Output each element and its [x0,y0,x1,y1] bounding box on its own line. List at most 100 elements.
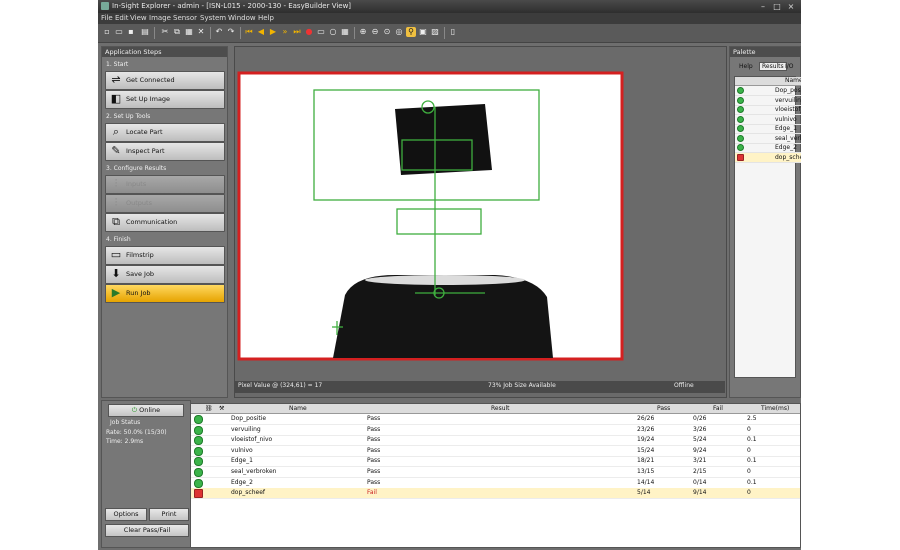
palette-result-row[interactable]: Edge_1 [735,124,801,134]
pass-status-icon [737,96,744,104]
run-job-button[interactable]: ▶ Run Job [105,284,225,303]
palette-result-row[interactable]: dop_scheef [735,152,801,163]
play-icon[interactable]: ▶ [268,27,278,37]
outputs-label: Outputs [126,199,152,207]
table-row[interactable]: seal_verbroken Pass 13/15 2/15 0 [191,467,800,478]
record-icon[interactable]: ● [304,27,314,37]
delete-icon[interactable]: ✕ [196,27,206,37]
results-grid: ⛓ ⚒ Name Result Pass Fail Time(ms) Dop_p… [190,403,801,548]
menu-bar: File Edit View Image Sensor System Windo… [98,13,801,24]
minimize-icon[interactable]: – [758,2,768,11]
set-up-image-button[interactable]: ◧ Set Up Image [105,90,225,109]
cell-pass: 23/26 [637,425,655,433]
inputs-button[interactable]: ⫶ Inputs [105,175,225,194]
palette-row-name: Edge_1 [775,125,797,132]
palette-result-row[interactable]: vulnivo [735,115,801,125]
communication-button[interactable]: ⧉ Communication [105,213,225,232]
run-job-label: Run Job [126,289,151,297]
cell-time: 0.1 [747,457,757,465]
last-frame-icon[interactable]: ⏭ [292,27,302,37]
open-icon[interactable]: ▭ [114,27,124,37]
menu-file[interactable]: File [101,14,113,22]
zoom-100-icon[interactable]: ▣ [418,27,428,37]
menu-view[interactable]: View [130,14,147,22]
title-bar: In-Sight Explorer - admin - [ISN-L015 - … [98,0,801,13]
menu-help[interactable]: Help [258,14,274,22]
zoom-select-icon[interactable]: ⚲ [406,27,416,37]
palette-result-row[interactable]: Edge_2 [735,143,801,153]
table-row[interactable]: dop_scheef Fail 5/14 9/14 0 [191,488,800,500]
table-row[interactable]: Edge_1 Pass 18/21 3/21 0.1 [191,456,800,468]
save-job-button[interactable]: ⬇ Save Job [105,265,225,284]
results-table: Name Dop_positi... vervuiling vloeistof_...… [734,76,801,378]
clear-pass-fail-button[interactable]: Clear Pass/Fail [105,524,189,537]
menu-window[interactable]: Window [228,14,256,22]
redo-icon[interactable]: ↷ [226,27,236,37]
palette-col-name: Name [785,77,801,84]
print-icon[interactable]: ▤ [140,27,150,37]
table-row[interactable]: vulnivo Pass 15/24 9/24 0 [191,446,800,457]
print-button[interactable]: Print [149,508,189,521]
cell-pass: 15/24 [637,446,655,454]
inspect-part-label: Inspect Part [126,147,165,155]
options-button[interactable]: Options [105,508,147,521]
menu-edit[interactable]: Edit [115,14,129,22]
cell-result: Pass [367,446,381,454]
set-up-image-label: Set Up Image [126,95,171,103]
inputs-icon: ⫶ [114,177,118,190]
tab-results[interactable]: Results [759,62,787,71]
window-title: In-Sight Explorer - admin - [ISN-L015 - … [112,2,352,10]
inspection-image[interactable] [235,47,726,381]
table-row[interactable]: Dop_positie Pass 26/26 0/26 2.5 [191,414,800,425]
palette-result-row[interactable]: vervuiling [735,96,801,106]
tab-io[interactable]: I/O [785,63,794,70]
copy-icon[interactable]: ⧉ [172,27,182,37]
pass-status-icon [194,468,203,477]
plug-icon: ⇌ [111,73,121,86]
outputs-button[interactable]: ⫶ Outputs [105,194,225,213]
palette-result-row[interactable]: vloeistof_... [735,105,801,115]
palette-row-name: vloeistof_... [775,106,801,113]
palette-result-row[interactable]: seal_verbr... [735,134,801,144]
inspect-part-button[interactable]: ✎ Inspect Part [105,142,225,161]
table-row[interactable]: Edge_2 Pass 14/14 0/14 0.1 [191,478,800,489]
col-result: Result [491,405,510,412]
settings-icon[interactable]: ▯ [448,27,458,37]
zoom-fit-icon[interactable]: ⊙ [382,27,392,37]
live-video-icon[interactable]: ▭ [316,27,326,37]
locate-part-button[interactable]: ⌕ Locate Part [105,123,225,142]
cell-time: 0 [747,489,751,497]
menu-system[interactable]: System [200,14,226,22]
save-icon[interactable]: ▪ [126,27,136,37]
col-pass: Pass [657,405,671,412]
first-frame-icon[interactable]: ⏮ [244,27,254,37]
menu-image[interactable]: Image [149,14,171,22]
grid-icon[interactable]: ▦ [340,27,350,37]
undo-icon[interactable]: ↶ [214,27,224,37]
cell-pass: 19/24 [637,436,655,444]
tab-help[interactable]: Help [739,63,753,70]
col-time: Time(ms) [761,405,790,412]
maximize-icon[interactable]: □ [772,2,782,11]
online-button[interactable]: ⏻ Online [108,404,184,417]
zoom-out-icon[interactable]: ⊖ [370,27,380,37]
menu-sensor[interactable]: Sensor [173,14,197,22]
palette-result-row[interactable]: Dop_positi... [735,86,801,96]
table-row[interactable]: vloeistof_nivo Pass 19/24 5/24 0.1 [191,435,800,447]
image-display[interactable] [234,46,727,398]
pass-status-icon [194,478,203,488]
trigger-icon[interactable]: ○ [328,27,338,37]
close-icon[interactable]: × [786,2,796,11]
prev-frame-icon[interactable]: ◀ [256,27,266,37]
table-row[interactable]: vervuiling Pass 23/26 3/26 0 [191,425,800,436]
cell-time: 0 [747,425,751,433]
next-frame-icon[interactable]: » [280,27,290,37]
zoom-fill-icon[interactable]: ◎ [394,27,404,37]
new-icon[interactable]: ▫ [102,27,112,37]
zoom-in-icon[interactable]: ⊕ [358,27,368,37]
paste-icon[interactable]: ▦ [184,27,194,37]
filmstrip-button[interactable]: ▭ Filmstrip [105,246,225,265]
cut-icon[interactable]: ✂ [160,27,170,37]
get-connected-button[interactable]: ⇌ Get Connected [105,71,225,90]
overlay-icon[interactable]: ▨ [430,27,440,37]
